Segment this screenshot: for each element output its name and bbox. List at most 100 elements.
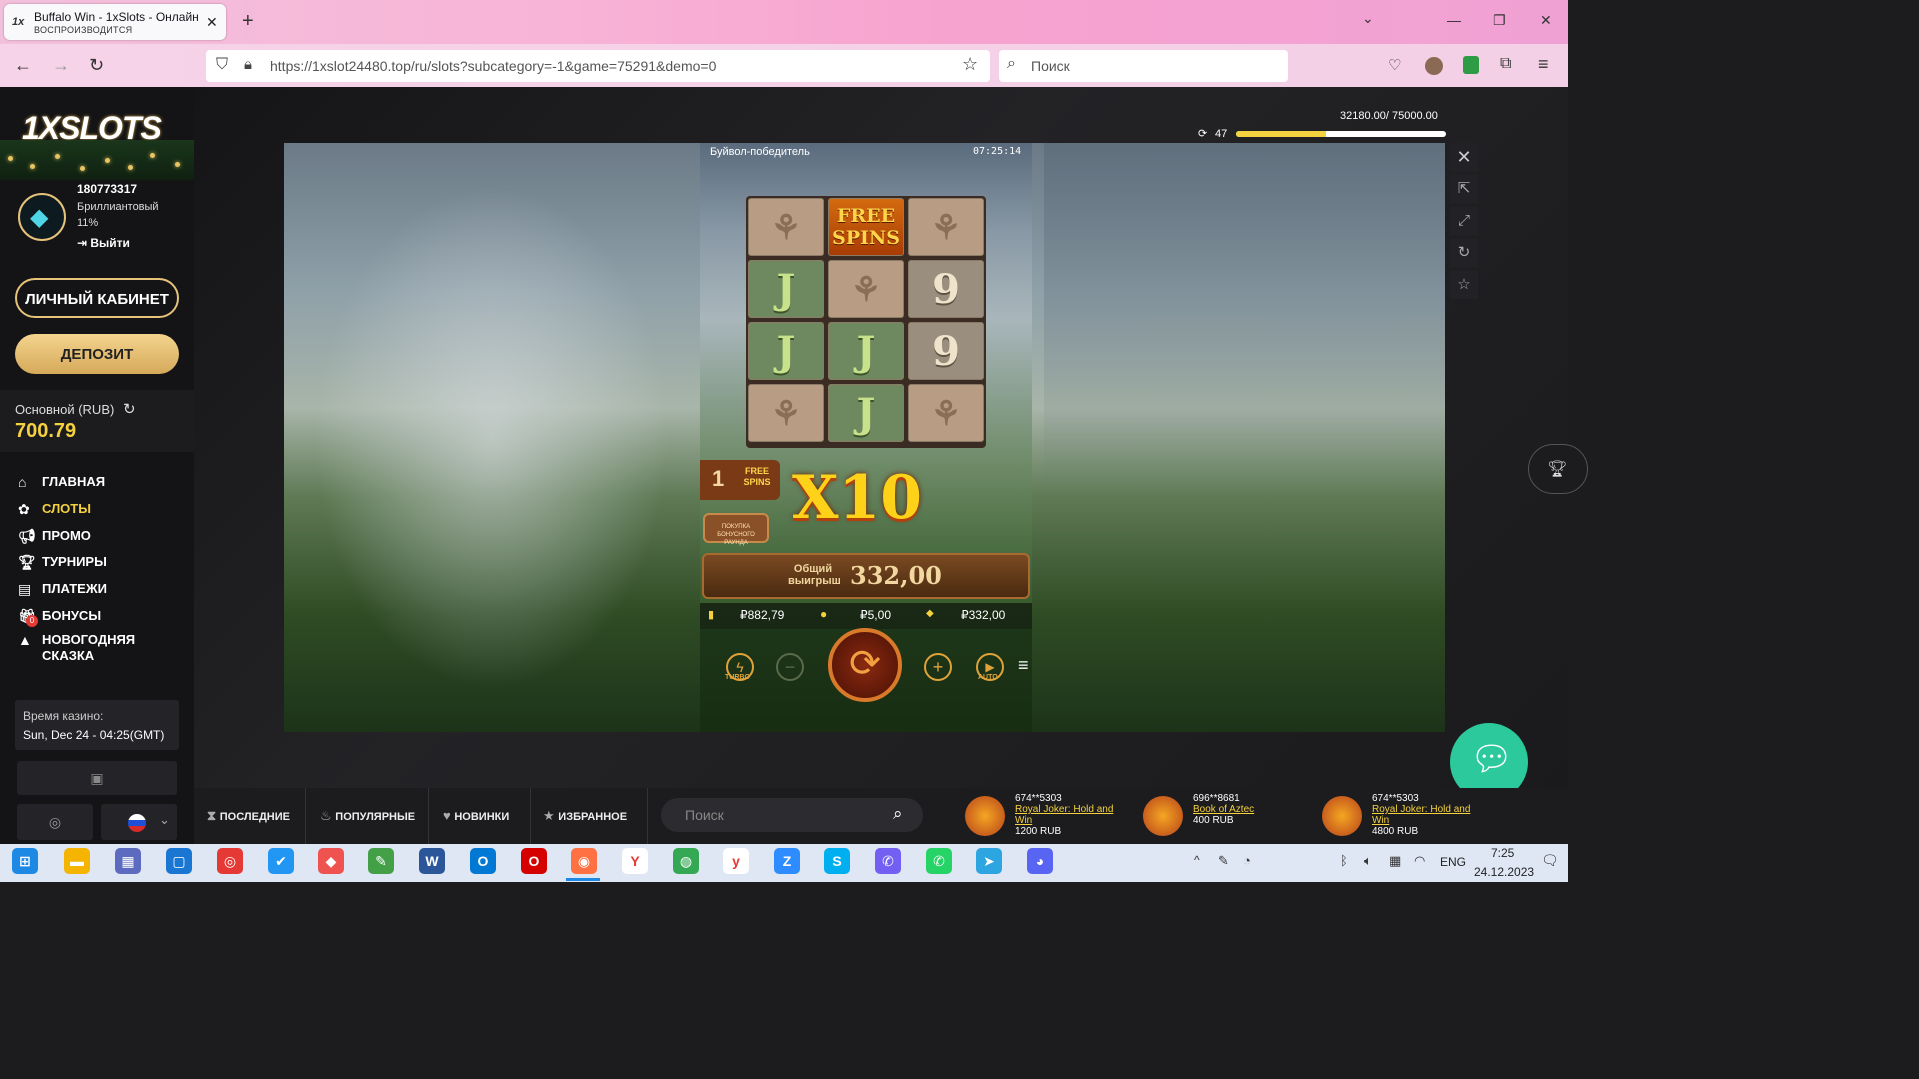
- bottom-tab-1[interactable]: ⧗ ПОСЛЕДНИЕ: [207, 808, 290, 824]
- close-window-icon[interactable]: ✕: [1540, 12, 1552, 29]
- winner-game-link[interactable]: Royal Joker: Hold and Win: [1372, 804, 1476, 826]
- share-icon[interactable]: ⇱: [1450, 175, 1478, 203]
- input-language[interactable]: ENG: [1440, 855, 1466, 869]
- edge-icon[interactable]: ◔: [1243, 853, 1251, 868]
- game-balance: ₽882,79: [740, 608, 785, 622]
- tournament-button[interactable]: 🏆︎: [1528, 444, 1588, 494]
- sidebar-item-3[interactable]: 📢︎ ПРОМО: [18, 528, 188, 545]
- word-icon[interactable]: W: [419, 848, 445, 874]
- increase-bet-button[interactable]: +: [924, 653, 952, 681]
- support-button[interactable]: ◎: [17, 804, 93, 840]
- bottom-tab-4[interactable]: ★ ИЗБРАННОЕ: [543, 808, 627, 824]
- bookmark-star-icon[interactable]: ☆: [962, 54, 978, 75]
- shield-icon[interactable]: ⛉: [216, 56, 228, 74]
- skype-icon[interactable]: S: [824, 848, 850, 874]
- game-bet: ₽5,00: [860, 608, 891, 622]
- profile-avatar[interactable]: [1425, 57, 1443, 75]
- home-icon: ⌂: [18, 474, 27, 490]
- yahoo-icon[interactable]: y: [723, 848, 749, 874]
- language-select[interactable]: ⌄: [101, 804, 177, 840]
- reel-symbol-wheat: ⚘: [908, 384, 984, 442]
- discord-icon[interactable]: ◕: [1027, 848, 1053, 874]
- site-favicon-icon: 1x: [12, 16, 25, 28]
- browser-search-field[interactable]: ⌕ Поиск: [999, 50, 1288, 82]
- tab-list-chevron-icon[interactable]: ⌄: [1362, 10, 1374, 27]
- decrease-bet-button[interactable]: −: [776, 653, 804, 681]
- viber-icon[interactable]: ✆: [875, 848, 901, 874]
- clock-time[interactable]: 7:25: [1491, 846, 1514, 860]
- sidebar-item-2[interactable]: ✿ СЛОТЫ: [18, 501, 188, 518]
- address-bar[interactable]: ⛉ 🔒︎ https://1xslot24480.top/ru/slots?su…: [206, 50, 990, 82]
- winner-game-link[interactable]: Book of Aztec: [1193, 804, 1297, 815]
- restore-icon[interactable]: ❐: [1493, 12, 1506, 29]
- refresh-balance-icon[interactable]: ↻: [123, 400, 136, 418]
- whatsapp-icon[interactable]: ✆: [926, 848, 952, 874]
- store-icon[interactable]: ▢: [166, 848, 192, 874]
- buy-bonus-button[interactable]: ПОКУПКА БОНУСНОГО РАУНДА: [703, 513, 769, 546]
- reload-game-icon[interactable]: ↻: [1450, 239, 1478, 267]
- favorite-star-icon[interactable]: ☆: [1450, 271, 1478, 299]
- pen-icon[interactable]: ✎: [1218, 853, 1229, 869]
- app-red-icon[interactable]: ◎: [217, 848, 243, 874]
- slot-game-frame[interactable]: Буйвол-победитель 07:25:14 ⚘ FREE SPINS ⚘ J…: [700, 143, 1032, 732]
- logout-link[interactable]: ⇥ Выйти: [77, 236, 130, 250]
- minimize-icon[interactable]: —: [1447, 12, 1461, 28]
- notifications-icon[interactable]: 🗨︎: [1541, 852, 1559, 869]
- logout-icon: ⇥: [77, 236, 91, 250]
- pocket-icon[interactable]: ♡: [1388, 56, 1401, 74]
- firefox-icon[interactable]: ◉: [571, 848, 597, 874]
- user-id: 180773317: [77, 182, 138, 196]
- sidebar-item-6[interactable]: 🎁︎БОНУСЫ: [18, 608, 188, 625]
- sidebar-item-1[interactable]: ⌂ ГЛАВНАЯ: [18, 474, 188, 490]
- extension-shield-icon[interactable]: [1463, 56, 1479, 74]
- telegram-icon[interactable]: ➤: [976, 848, 1002, 874]
- file-explorer-icon[interactable]: ▬: [64, 848, 90, 874]
- outlook-icon[interactable]: O: [470, 848, 496, 874]
- sidebar-item-7[interactable]: ▲ НОВОГОДНЯЯ СКАЗКА: [18, 632, 188, 664]
- cabinet-button[interactable]: ЛИЧНЫЙ КАБИНЕТ: [15, 278, 179, 318]
- zoom-icon[interactable]: Z: [774, 848, 800, 874]
- winner-game-thumbnail[interactable]: [965, 796, 1005, 836]
- winner-game-thumbnail[interactable]: [1322, 796, 1362, 836]
- forward-icon[interactable]: →: [52, 55, 70, 76]
- back-icon[interactable]: ←: [14, 55, 32, 76]
- fog-right: [1044, 143, 1445, 732]
- sidebar-item-4[interactable]: 🏆︎ ТУРНИРЫ: [18, 554, 188, 571]
- android-icon: ▣: [90, 770, 104, 786]
- spin-button[interactable]: ⟳: [828, 628, 902, 702]
- browser-tab[interactable]: 1x Buffalo Win - 1xSlots - Онлайн ВОСПРО…: [4, 4, 226, 40]
- winner-game-link[interactable]: Royal Joker: Hold and Win: [1015, 804, 1119, 826]
- notepad-icon[interactable]: ✎: [368, 848, 394, 874]
- lock-icon[interactable]: 🔒︎: [244, 56, 252, 73]
- start-icon[interactable]: ⊞: [12, 848, 38, 874]
- opera-icon[interactable]: O: [521, 848, 547, 874]
- free-spins-count: 1: [712, 466, 725, 491]
- new-tab-icon[interactable]: +: [242, 10, 254, 33]
- bluetooth-icon[interactable]: ᛒ: [1340, 853, 1348, 868]
- wifi-icon[interactable]: ◠: [1414, 853, 1425, 869]
- calculator-icon[interactable]: ▦: [115, 848, 141, 874]
- deposit-button[interactable]: ДЕПОЗИТ: [15, 334, 179, 374]
- sidebar-item-5[interactable]: ▤ ПЛАТЕЖИ: [18, 581, 188, 598]
- fullscreen-icon[interactable]: ⤢: [1450, 207, 1478, 235]
- game-menu-icon[interactable]: ≡: [1018, 655, 1029, 676]
- game-search-field[interactable]: Поиск ⌕: [661, 798, 923, 832]
- anydesk-icon[interactable]: ◆: [318, 848, 344, 874]
- close-tab-icon[interactable]: ✕: [206, 14, 218, 31]
- menu-hamburger-icon[interactable]: ≡: [1538, 54, 1549, 75]
- bottom-tab-3[interactable]: ♥ НОВИНКИ: [443, 808, 509, 823]
- close-game-icon[interactable]: ✕: [1450, 143, 1478, 171]
- android-app-button[interactable]: ▣: [17, 761, 177, 795]
- speaker-icon[interactable]: 🔈︎: [1364, 853, 1372, 869]
- chrome-icon[interactable]: ◍: [673, 848, 699, 874]
- winner-entry: 696**8681 Book of Aztec 400 RUB: [1193, 793, 1297, 826]
- winner-game-thumbnail[interactable]: [1143, 796, 1183, 836]
- todo-icon[interactable]: ✔: [268, 848, 294, 874]
- extensions-icon[interactable]: ⧉: [1500, 55, 1511, 73]
- calendar-icon[interactable]: ▦: [1389, 853, 1401, 869]
- bottom-tab-2[interactable]: ♨ ПОПУЛЯРНЫЕ: [320, 808, 415, 824]
- clock-date[interactable]: 24.12.2023: [1474, 865, 1534, 879]
- yandex-icon[interactable]: Y: [622, 848, 648, 874]
- tray-chevron-icon[interactable]: ^: [1194, 853, 1200, 867]
- reload-icon[interactable]: ↻: [89, 55, 104, 76]
